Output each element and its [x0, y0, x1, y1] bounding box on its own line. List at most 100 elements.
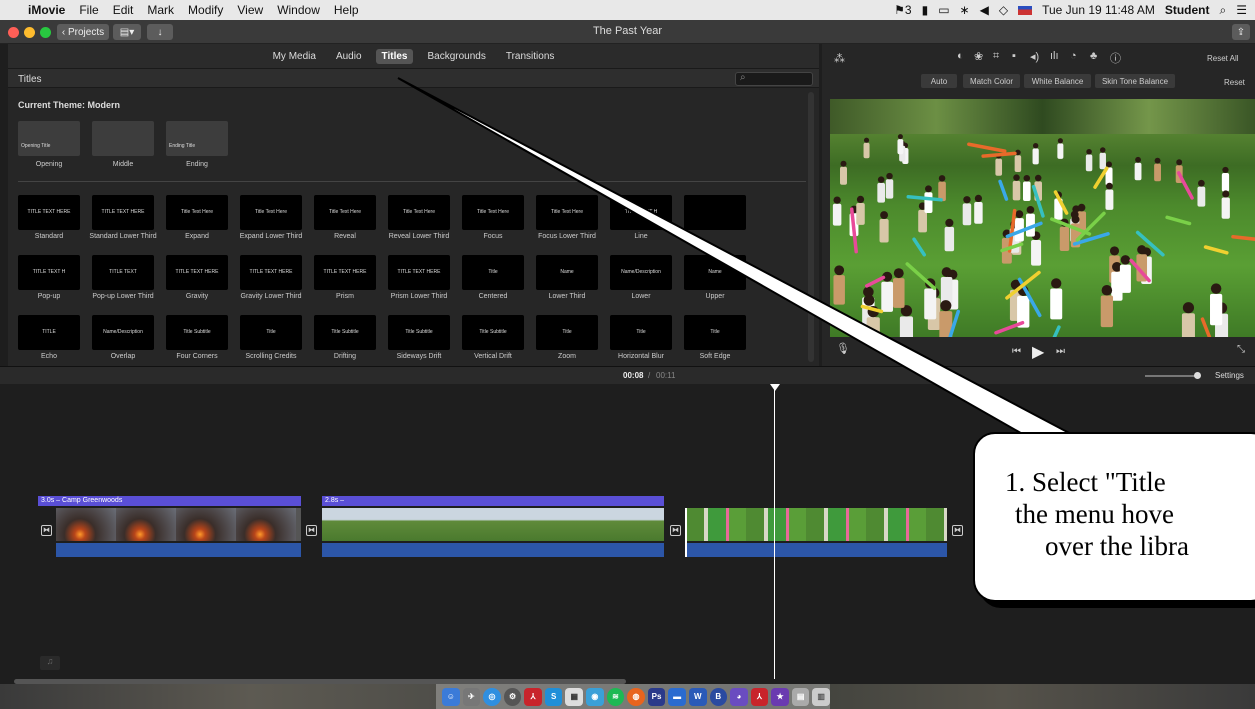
title-thumbnail[interactable]: Title Subtitle — [314, 315, 376, 350]
auto-button[interactable]: Auto — [921, 74, 957, 88]
theme-thumbnail[interactable]: Opening Title — [18, 121, 80, 156]
title-thumbnail[interactable]: TITLE TEXT HERE — [166, 255, 228, 290]
pushbullet-icon[interactable]: ▮ — [922, 3, 929, 17]
reset-button[interactable]: Reset — [1224, 78, 1245, 87]
clock[interactable]: Tue Jun 19 11:48 AM — [1042, 3, 1155, 17]
clip-filter-icon[interactable]: ♣ — [1090, 50, 1097, 62]
video-clip-campfire[interactable] — [56, 508, 301, 541]
title-thumbnail[interactable]: Title Subtitle — [388, 315, 450, 350]
info-icon[interactable]: ⓘ — [1110, 50, 1121, 66]
flag-icon[interactable] — [1018, 5, 1033, 15]
acrobat-icon[interactable]: ⅄ — [524, 687, 542, 706]
menu-edit[interactable]: Edit — [113, 3, 134, 17]
fullscreen-icon[interactable]: ⤡ — [1237, 344, 1245, 355]
tab-transitions[interactable]: Transitions — [500, 49, 561, 64]
user-name[interactable]: Student — [1165, 3, 1210, 17]
audio-waveform[interactable] — [56, 543, 301, 557]
spotlight-icon[interactable]: ⌕ — [1220, 3, 1227, 18]
clip-title[interactable]: 3.0s – Camp Greenwoods — [38, 496, 301, 506]
music-well-icon[interactable]: ♫ — [40, 656, 60, 670]
menu-file[interactable]: File — [79, 3, 98, 17]
stabilization-icon[interactable]: ▪ — [1012, 50, 1016, 62]
title-thumbnail[interactable]: TITLE TEXT — [92, 255, 154, 290]
color-correction-icon[interactable]: ❀ — [974, 50, 983, 63]
menu-modify[interactable]: Modify — [188, 3, 223, 17]
search-input[interactable]: ⌕ — [735, 72, 813, 86]
title-thumbnail[interactable]: Name — [684, 255, 746, 290]
title-thumbnail[interactable]: Title Subtitle — [462, 315, 524, 350]
title-thumbnail[interactable]: Name/Description — [92, 315, 154, 350]
match-color-button[interactable]: Match Color — [963, 74, 1020, 88]
share-button[interactable]: ⇪ — [1232, 24, 1250, 40]
microphone-icon[interactable]: 🎙 — [836, 342, 850, 355]
skin-tone-balance-button[interactable]: Skin Tone Balance — [1095, 74, 1175, 88]
theme-thumbnail[interactable] — [92, 121, 154, 156]
tab-audio[interactable]: Audio — [330, 49, 368, 64]
menu-mark[interactable]: Mark — [147, 3, 174, 17]
title-thumbnail[interactable]: TITLE TEXT HERE — [18, 195, 80, 230]
wifi-icon[interactable]: ◇ — [999, 3, 1008, 17]
title-thumbnail[interactable]: Title Text Here — [462, 195, 524, 230]
tab-backgrounds[interactable]: Backgrounds — [421, 49, 491, 64]
title-thumbnail[interactable]: Title Text Here — [240, 195, 302, 230]
magic-wand-icon[interactable]: ⁂ — [834, 52, 845, 65]
title-thumbnail[interactable]: TITLE TEXT H — [18, 255, 80, 290]
notification-center-icon[interactable]: ☰ — [1236, 3, 1247, 17]
video-clip-field[interactable] — [322, 508, 664, 541]
title-thumbnail[interactable]: TITLE TEXT HERE — [240, 255, 302, 290]
discord-icon[interactable]: ◕ — [730, 687, 748, 706]
audio-waveform[interactable] — [686, 543, 947, 557]
calculator-icon[interactable]: ▦ — [565, 687, 584, 706]
firefox-icon[interactable]: ◍ — [627, 687, 645, 706]
airplay-icon[interactable]: ▭ — [938, 3, 949, 17]
skip-forward-icon[interactable]: ⏭ — [1056, 346, 1065, 357]
speed-icon[interactable]: ◔ — [1070, 50, 1077, 62]
word-icon[interactable]: W — [688, 687, 707, 706]
chrome-icon[interactable]: ◉ — [586, 687, 604, 706]
play-button[interactable]: ▶ — [1032, 342, 1044, 362]
b-app-icon[interactable]: B — [709, 687, 728, 706]
title-thumbnail[interactable] — [684, 195, 746, 230]
reset-all-button[interactable]: Reset All — [1207, 54, 1239, 63]
clip-title[interactable]: 2.8s – — [322, 496, 664, 506]
bluetooth-icon[interactable]: ∗ — [960, 3, 970, 17]
white-balance-button[interactable]: White Balance — [1024, 74, 1091, 88]
playhead-marker[interactable] — [770, 384, 780, 391]
keynote-icon[interactable]: ▬ — [668, 687, 686, 706]
safari-icon[interactable]: ◎ — [483, 687, 501, 706]
tab-my-media[interactable]: My Media — [267, 49, 322, 64]
menu-app-name[interactable]: iMovie — [28, 3, 65, 17]
title-thumbnail[interactable]: Title — [240, 315, 302, 350]
adobe-reader-icon[interactable]: ⅄ — [750, 687, 769, 706]
title-thumbnail[interactable]: Title — [536, 315, 598, 350]
launchpad-icon[interactable]: ✈ — [462, 687, 481, 706]
noise-reduction-icon[interactable]: ılı — [1050, 50, 1059, 62]
crop-icon[interactable]: ⌗ — [993, 50, 999, 63]
spotify-icon[interactable]: ≋ — [606, 687, 625, 706]
color-balance-icon[interactable]: ◐ — [957, 50, 964, 62]
transition-icon[interactable]: ⧓ — [952, 525, 963, 536]
audio-waveform[interactable] — [322, 543, 664, 557]
title-thumbnail[interactable]: Title Subtitle — [166, 315, 228, 350]
video-preview[interactable] — [830, 99, 1255, 337]
title-thumbnail[interactable]: TITLE TEXT HERE — [388, 255, 450, 290]
title-thumbnail[interactable]: Name — [536, 255, 598, 290]
title-thumbnail[interactable]: TITLE TEXT HERE — [314, 255, 376, 290]
title-thumbnail[interactable]: Name/Description — [610, 255, 672, 290]
photoshop-icon[interactable]: Ps — [647, 687, 666, 706]
finder-icon[interactable]: ☺ — [442, 687, 460, 706]
transition-icon[interactable]: ⧓ — [670, 525, 681, 536]
skype-icon[interactable]: S — [544, 687, 563, 706]
settings-button[interactable]: Settings — [1215, 371, 1244, 380]
volume-adjust-icon[interactable]: ◂) — [1030, 50, 1039, 63]
menu-view[interactable]: View — [237, 3, 263, 17]
menu-help[interactable]: Help — [334, 3, 359, 17]
title-thumbnail[interactable]: Title Text Here — [388, 195, 450, 230]
adobe-icon[interactable]: ⚑3 — [894, 3, 911, 17]
menu-window[interactable]: Window — [277, 3, 320, 17]
zoom-slider-knob[interactable] — [1194, 372, 1201, 379]
trash-icon[interactable]: ▥ — [812, 687, 830, 706]
transition-icon[interactable]: ⧓ — [41, 525, 52, 536]
title-thumbnail[interactable]: Title — [684, 315, 746, 350]
downloads-icon[interactable]: ▤ — [791, 687, 810, 706]
